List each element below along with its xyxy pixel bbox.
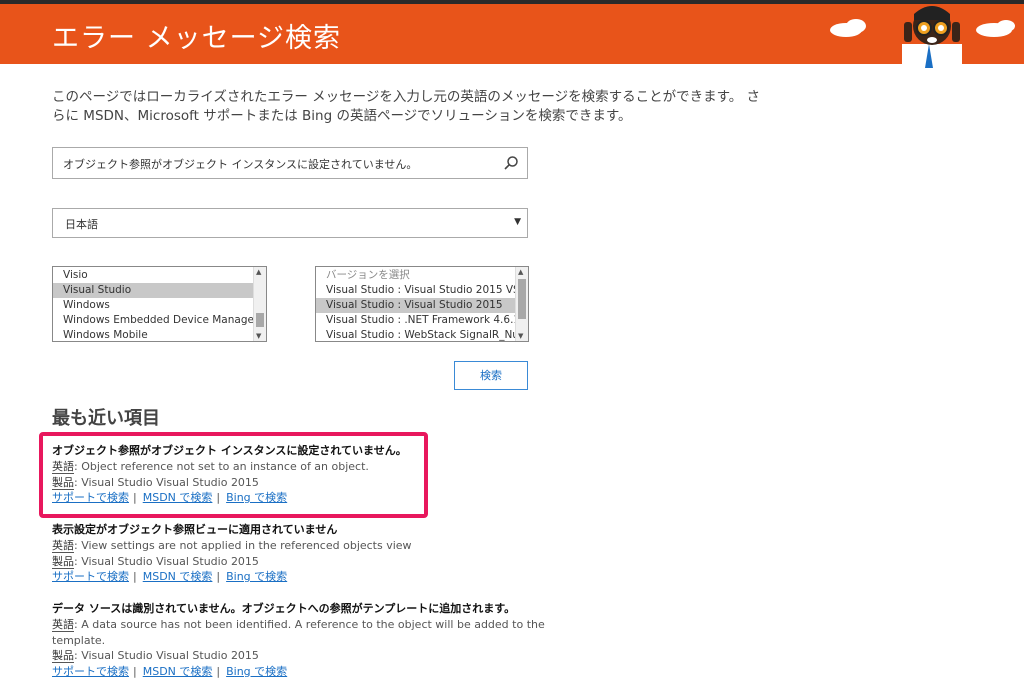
scroll-up-icon[interactable]: ▲ — [518, 268, 523, 276]
msdn-search-link[interactable]: MSDN で検索 — [143, 665, 213, 678]
bing-search-link[interactable]: Bing で検索 — [226, 665, 287, 678]
mascot-icon — [830, 6, 1015, 68]
page-title: エラー メッセージ検索 — [52, 23, 342, 54]
bing-search-link[interactable]: Bing で検索 — [226, 491, 287, 504]
result-item: 表示設定がオブジェクト参照ビューに適用されていません 英語: View sett… — [52, 522, 572, 584]
search-icon[interactable] — [503, 155, 519, 171]
msdn-search-link[interactable]: MSDN で検索 — [143, 570, 213, 583]
result-product: 製品: Visual Studio Visual Studio 2015 — [52, 554, 259, 569]
product-option[interactable]: Windows Embedded Device Manager — [53, 313, 255, 328]
scroll-up-icon[interactable]: ▲ — [256, 268, 261, 276]
version-placeholder: バージョンを選択 — [326, 269, 410, 281]
results-heading: 最も近い項目 — [52, 408, 160, 429]
product-option[interactable]: Windows Mobile — [53, 328, 255, 341]
version-option-selected[interactable]: Visual Studio : Visual Studio 2015 — [316, 298, 517, 313]
version-listbox[interactable]: バージョンを選択 Visual Studio : Visual Studio 2… — [315, 266, 529, 342]
intro-text: このページではローカライズされたエラー メッセージを入力し元の英語のメッセージを… — [52, 89, 761, 124]
product-listbox[interactable]: Visio Visual Studio Windows Windows Embe… — [52, 266, 267, 342]
result-links: サポートで検索 | MSDN で検索 | Bing で検索 — [52, 491, 288, 504]
caret-down-icon: ▼ — [514, 217, 521, 227]
search-box[interactable] — [52, 147, 528, 179]
result-english: 英語: A data source has not been identifie… — [52, 618, 545, 647]
result-item: オブジェクト参照がオブジェクト インスタンスに設定されていません。 英語: Ob… — [52, 443, 572, 505]
result-item: データ ソースは識別されていません。オブジェクトへの参照がテンプレートに追加され… — [52, 601, 572, 679]
header-bar: エラー メッセージ検索 — [0, 4, 1024, 68]
version-option[interactable]: Visual Studio : WebStack SignalR_NuGet — [316, 328, 517, 341]
product-option-selected[interactable]: Visual Studio — [53, 283, 255, 298]
search-input[interactable] — [61, 154, 495, 174]
result-title: 表示設定がオブジェクト参照ビューに適用されていません — [52, 523, 338, 536]
result-title: オブジェクト参照がオブジェクト インスタンスに設定されていません。 — [52, 444, 407, 457]
scrollbar-thumb[interactable] — [518, 279, 526, 319]
scrollbar-thumb[interactable] — [256, 313, 264, 327]
result-links: サポートで検索 | MSDN で検索 | Bing で検索 — [52, 570, 288, 583]
language-select[interactable]: 日本語 ▼ — [52, 208, 528, 238]
result-title: データ ソースは識別されていません。オブジェクトへの参照がテンプレートに追加され… — [52, 602, 516, 615]
language-selected-value: 日本語 — [65, 218, 98, 231]
scroll-down-icon[interactable]: ▼ — [518, 332, 523, 340]
support-search-link[interactable]: サポートで検索 — [52, 570, 129, 583]
support-search-link[interactable]: サポートで検索 — [52, 665, 129, 678]
product-scrollbar[interactable]: ▲ ▼ — [253, 267, 266, 341]
product-option[interactable]: Windows — [53, 298, 255, 313]
version-scrollbar[interactable]: ▲ ▼ — [515, 267, 528, 341]
result-product: 製品: Visual Studio Visual Studio 2015 — [52, 475, 259, 490]
version-option[interactable]: Visual Studio : Visual Studio 2015 VS Up… — [316, 283, 517, 298]
version-option[interactable]: Visual Studio : .NET Framework 4.6.1 — [316, 313, 517, 328]
scroll-down-icon[interactable]: ▼ — [256, 332, 261, 340]
result-links: サポートで検索 | MSDN で検索 | Bing で検索 — [52, 664, 288, 678]
support-search-link[interactable]: サポートで検索 — [52, 491, 129, 504]
msdn-search-link[interactable]: MSDN で検索 — [143, 491, 213, 504]
result-english: 英語: Object reference not set to an insta… — [52, 460, 369, 474]
result-product: 製品: Visual Studio Visual Studio 2015 — [52, 649, 259, 663]
product-option[interactable]: Visio — [53, 268, 255, 283]
search-button[interactable]: 検索 — [454, 361, 528, 390]
result-english: 英語: View settings are not applied in the… — [52, 539, 412, 553]
bing-search-link[interactable]: Bing で検索 — [226, 570, 287, 583]
